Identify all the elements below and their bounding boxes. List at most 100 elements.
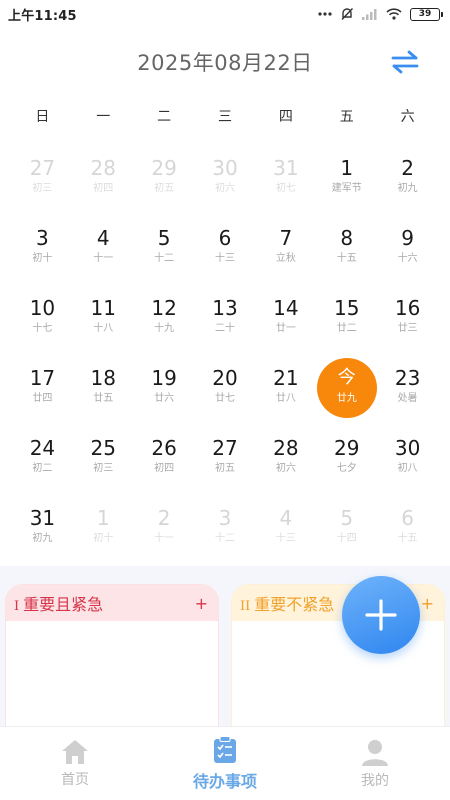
home-icon	[62, 739, 88, 764]
day-number: 8	[340, 226, 354, 250]
status-time: 上午11:45	[8, 8, 77, 24]
lunar-date: 十二	[154, 253, 175, 264]
quadrant-add-button[interactable]: +	[421, 594, 434, 613]
calendar-day[interactable]: 13 二十	[195, 290, 256, 360]
calendar-day[interactable]: 27 初五	[195, 430, 256, 500]
weekday-label: 一	[96, 109, 111, 125]
lunar-date: 建军节	[331, 183, 362, 194]
calendar-day[interactable]: 5 十二	[134, 220, 195, 290]
day-number: 30	[212, 156, 238, 180]
quadrant-title: 重要不紧急	[254, 595, 335, 614]
day-number: 2	[157, 506, 171, 530]
calendar-day[interactable]: 3 初十	[12, 220, 73, 290]
lunar-date: 初八	[397, 463, 418, 474]
weekday-label: 三	[217, 109, 232, 125]
day-number: 14	[273, 296, 299, 320]
calendar-day[interactable]: 26 初四	[134, 430, 195, 500]
lunar-date: 处暑	[397, 393, 418, 404]
lunar-date: 十九	[154, 323, 175, 334]
calendar-day[interactable]: 16 廿三	[377, 290, 438, 360]
day-number: 31	[29, 506, 56, 530]
calendar-day[interactable]: 1 初十	[73, 500, 134, 570]
calendar-day[interactable]: 12 十九	[134, 290, 195, 360]
day-number: 31	[273, 156, 299, 180]
calendar-day[interactable]: 30 初六	[195, 150, 256, 220]
calendar-day[interactable]: 23 处暑	[377, 360, 438, 430]
calendar-day[interactable]: 28 初四	[73, 150, 134, 220]
lunar-date: 初七	[275, 183, 296, 194]
quadrant-important-urgent[interactable]: I 重要且紧急 +	[5, 584, 219, 734]
calendar-day[interactable]: 9 十六	[377, 220, 438, 290]
calendar-day[interactable]: 8 十五	[316, 220, 377, 290]
calendar-day[interactable]: 31 初九	[12, 500, 73, 570]
calendar-day[interactable]: 31 初七	[255, 150, 316, 220]
plus-icon	[365, 599, 397, 631]
weekday-row: 日一二三四五六	[12, 106, 438, 132]
lunar-date: 初九	[397, 183, 418, 194]
calendar-day[interactable]: 27 初三	[12, 150, 73, 220]
calendar-day[interactable]: 29 七夕	[316, 430, 377, 500]
lunar-date: 初十	[32, 253, 53, 264]
add-task-button[interactable]	[342, 576, 420, 654]
calendar-day[interactable]: 1 建军节	[316, 150, 377, 220]
calendar-day[interactable]: 3 十二	[195, 500, 256, 570]
calendar-day[interactable]: 28 初六	[255, 430, 316, 500]
day-number: 17	[29, 366, 56, 390]
calendar-day[interactable]: 4 十一	[73, 220, 134, 290]
quadrant-title: 重要且紧急	[23, 595, 104, 614]
calendar-day[interactable]: 29 初五	[134, 150, 195, 220]
calendar-day[interactable]: 30 初八	[377, 430, 438, 500]
calendar-day[interactable]: 6 十五	[377, 500, 438, 570]
lunar-date: 初三	[93, 463, 114, 474]
lunar-date: 十一	[93, 253, 114, 264]
nav-item-me[interactable]: 我的	[300, 727, 450, 800]
nav-item-home[interactable]: 首页	[0, 727, 150, 800]
calendar-day[interactable]: 2 十一	[134, 500, 195, 570]
lunar-date: 廿五	[93, 393, 114, 404]
quadrant-add-button[interactable]: +	[195, 594, 208, 613]
wifi-icon	[386, 8, 402, 20]
calendar-day[interactable]: 21 廿八	[255, 360, 316, 430]
day-number: 26	[151, 436, 177, 460]
weekday-label: 二	[157, 109, 172, 125]
lunar-date: 初二	[32, 463, 53, 474]
day-number: 28	[273, 436, 299, 460]
lunar-date: 十一	[154, 533, 175, 544]
calendar-day[interactable]: 14 廿一	[255, 290, 316, 360]
calendar-day[interactable]: 2 初九	[377, 150, 438, 220]
calendar-day[interactable]: 11 十八	[73, 290, 134, 360]
quadrant-header: I 重要且紧急 +	[6, 585, 218, 621]
calendar-day[interactable]: 6 十三	[195, 220, 256, 290]
calendar-day[interactable]: 15 廿二	[316, 290, 377, 360]
lunar-date: 廿二	[336, 323, 357, 334]
weekday-label: 日	[35, 109, 50, 125]
calendar-day[interactable]: 17 廿四	[12, 360, 73, 430]
swap-arrows-icon[interactable]	[388, 48, 422, 76]
lunar-date: 廿三	[397, 323, 418, 334]
calendar-day[interactable]: 5 十四	[316, 500, 377, 570]
calendar-day[interactable]: 20 廿七	[195, 360, 256, 430]
lunar-date: 初六	[275, 463, 296, 474]
calendar-day[interactable]: 19 廿六	[134, 360, 195, 430]
quadrant-number: I	[14, 599, 20, 614]
weekday-label: 四	[278, 109, 293, 125]
calendar-day[interactable]: 18 廿五	[73, 360, 134, 430]
lunar-date: 廿六	[154, 393, 175, 404]
calendar-day[interactable]: 7 立秋	[255, 220, 316, 290]
lunar-date: 初十	[93, 533, 114, 544]
lunar-date: 初五	[154, 183, 175, 194]
calendar-day[interactable]: 24 初二	[12, 430, 73, 500]
day-number: 20	[212, 366, 238, 390]
calendar-day-today[interactable]: 今廿九	[316, 358, 377, 430]
lunar-date: 廿七	[214, 393, 235, 404]
calendar-title[interactable]: 2025年08月22日	[137, 47, 312, 77]
day-number: 21	[273, 366, 299, 390]
calendar-day[interactable]: 25 初三	[73, 430, 134, 500]
calendar-day[interactable]: 4 十三	[255, 500, 316, 570]
bottom-nav: 首页 待办事项 我的	[0, 726, 450, 800]
calendar-day[interactable]: 10 十七	[12, 290, 73, 360]
lunar-date: 十三	[275, 533, 296, 544]
weekday-label: 五	[339, 109, 354, 125]
nav-item-todo[interactable]: 待办事项	[150, 727, 300, 800]
day-number: 19	[151, 366, 177, 390]
